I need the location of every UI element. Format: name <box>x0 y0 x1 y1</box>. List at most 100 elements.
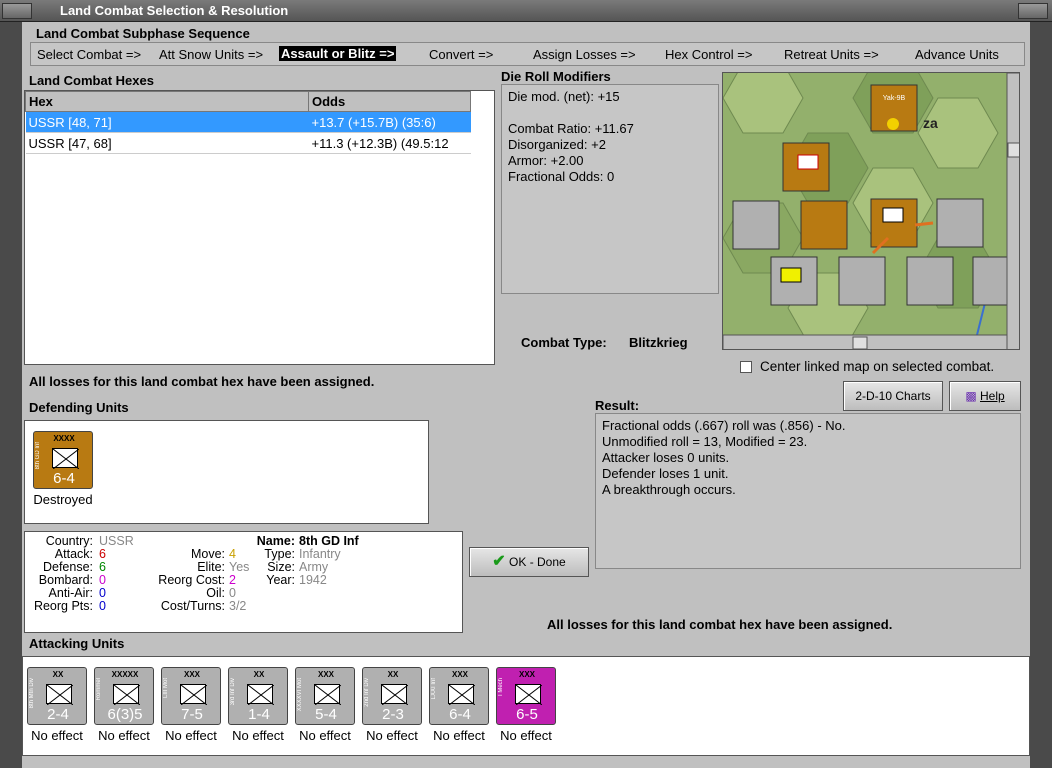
unit-strength: 2-4 <box>47 706 69 723</box>
size-label: Size: <box>267 560 295 574</box>
unit-result-caption: No effect <box>31 728 83 743</box>
unit-counter[interactable]: XXXX 8th GD Inf 6-4 <box>33 431 93 489</box>
unit-counter[interactable]: XX 8th Mtn Div 2-4 <box>27 667 87 725</box>
hexes-list: Hex Odds USSR [48, 71] +13.7 (+15.7B) (35:… <box>24 90 495 365</box>
result-line: Unmodified roll = 13, Modified = 23. <box>602 434 808 449</box>
modifiers-heading: Die Roll Modifiers <box>501 69 611 84</box>
modifier-line: Fractional Odds: 0 <box>508 169 615 184</box>
type-label: Type: <box>264 547 295 561</box>
country-value: USSR <box>99 534 134 548</box>
hex-cell: USSR [48, 71] <box>25 111 309 133</box>
result-panel: Fractional odds (.667) roll was (.856) -… <box>595 413 1021 569</box>
type-value: Infantry <box>299 547 341 561</box>
system-menu-button[interactable] <box>2 3 32 19</box>
unit-strength: 6-4 <box>449 706 471 723</box>
defense-label: Defense: <box>42 560 93 574</box>
step-assault-blitz: Assault or Blitz => <box>279 46 397 61</box>
oil-label: Oil: <box>206 586 225 600</box>
modifier-line <box>508 105 712 121</box>
defending-units-panel: XXXX 8th GD Inf 6-4 Destroyed <box>24 420 429 524</box>
unit-name-label: Rommel <box>96 678 102 701</box>
window-title: Land Combat Selection & Resolution <box>60 3 289 18</box>
step-hex-control: Hex Control => <box>665 47 753 62</box>
col-odds[interactable]: Odds <box>308 91 471 112</box>
unit-size-label: XXXXX <box>111 670 139 679</box>
charts-label: 2-D-10 Charts <box>855 389 931 403</box>
unit-result-caption: No effect <box>500 728 552 743</box>
attacking-heading: Attacking Units <box>29 636 125 651</box>
combat-type-value: Blitzkrieg <box>629 335 688 350</box>
attacking-units-panel: XX 8th Mtn Div 2-4 No effect XXXXX Rommel 6(3)… <box>22 656 1030 756</box>
hex-row[interactable]: USSR [47, 68] +11.3 (+12.3B) (49.5:12 <box>25 132 471 154</box>
unit-strength: 1-4 <box>248 706 270 723</box>
unit-strength: 6-4 <box>53 470 75 487</box>
name-label: Name: <box>256 534 295 548</box>
unit-type-icon <box>381 684 409 706</box>
defense-value: 6 <box>99 560 106 574</box>
unit-name-label: 8th Mtn Div <box>29 678 35 709</box>
unit-name-label: LIII Mot <box>163 678 169 699</box>
unit-result-caption: Destroyed <box>33 492 93 507</box>
combat-type-label: Combat Type: <box>521 335 607 350</box>
unit-type-icon <box>448 684 476 706</box>
unit-counter[interactable]: XXX LXXI Inf 6-4 <box>429 667 489 725</box>
defending-heading: Defending Units <box>29 400 129 415</box>
step-assign-losses: Assign Losses => <box>533 47 636 62</box>
step-select-combat: Select Combat => <box>37 47 142 62</box>
move-label: Move: <box>190 547 225 561</box>
map-view[interactable]: Yak-9B za <box>723 73 1020 350</box>
center-map-checkbox[interactable] <box>740 361 752 373</box>
unit-counter[interactable]: XX 2nd Inf Div 2-3 <box>362 667 422 725</box>
unit-counter[interactable]: XXX I Mech 6-5 <box>496 667 556 725</box>
help-book-icon: ▩ <box>965 389 977 403</box>
unit-type-icon <box>515 684 543 706</box>
unit-counter[interactable]: XXXXX Rommel 6(3)5 <box>94 667 154 725</box>
antiair-label: Anti-Air: <box>48 586 93 600</box>
unit-result-caption: No effect <box>366 728 418 743</box>
unit-strength: 6(3)5 <box>107 706 143 723</box>
unit-strength: 7-5 <box>181 706 203 723</box>
sequence-heading: Land Combat Subphase Sequence <box>36 26 250 41</box>
unit-name-label: LXXI Inf <box>431 678 437 700</box>
unit-name-label: 3rd Inf Div <box>230 678 236 706</box>
charts-button[interactable]: 2-D-10 Charts <box>843 381 943 411</box>
result-heading: Result: <box>595 398 640 413</box>
unit-counter[interactable]: XX 3rd Inf Div 1-4 <box>228 667 288 725</box>
linked-map[interactable]: Yak-9B za <box>722 72 1020 350</box>
attack-label: Attack: <box>54 547 93 561</box>
help-label: Help <box>980 389 1005 403</box>
ok-done-button[interactable]: ✔ OK - Done <box>469 547 589 577</box>
map-place-label: za <box>923 115 938 131</box>
losses-message-top: All losses for this land combat hex have… <box>29 374 375 389</box>
reorgcost-value: 2 <box>229 573 236 587</box>
bombard-value: 0 <box>99 573 106 587</box>
hex-row[interactable]: USSR [48, 71] +13.7 (+15.7B) (35:6) <box>25 111 471 133</box>
year-value: 1942 <box>299 573 327 587</box>
step-att-snow: Att Snow Units => <box>159 47 264 62</box>
unit-counter[interactable]: XXX LIII Mot 7-5 <box>161 667 221 725</box>
main-frame: Land Combat Subphase Sequence Select Com… <box>22 22 1030 768</box>
hexes-heading: Land Combat Hexes <box>29 73 154 88</box>
ok-label: OK - Done <box>509 555 566 569</box>
result-line: A breakthrough occurs. <box>602 482 736 497</box>
result-line: Fractional odds (.667) roll was (.856) -… <box>602 418 846 433</box>
unit-type-icon <box>180 684 208 706</box>
unit-result-caption: No effect <box>98 728 150 743</box>
attack-value: 6 <box>99 547 106 561</box>
unit-result-caption: No effect <box>232 728 284 743</box>
col-hex[interactable]: Hex <box>25 91 309 112</box>
modifier-line: Die mod. (net): +15 <box>508 89 620 104</box>
step-retreat: Retreat Units => <box>784 47 879 62</box>
oil-value: 0 <box>229 586 236 600</box>
help-button[interactable]: ▩ Help <box>949 381 1021 411</box>
close-button[interactable] <box>1018 3 1048 19</box>
step-advance: Advance Units <box>915 47 999 62</box>
unit-info-panel: Country: USSR Attack: 6 Defense: 6 Bomba… <box>24 531 463 633</box>
unit-result-caption: No effect <box>433 728 485 743</box>
unit-size-label: XXX <box>518 670 535 679</box>
unit-size-label: XX <box>253 670 265 679</box>
unit-name-label: 2nd Inf Div <box>364 678 370 707</box>
hex-cell: USSR [47, 68] <box>25 132 309 154</box>
odds-cell: +11.3 (+12.3B) (49.5:12 <box>308 132 471 154</box>
unit-counter[interactable]: XXX XXXXVI Mot 5-4 <box>295 667 355 725</box>
